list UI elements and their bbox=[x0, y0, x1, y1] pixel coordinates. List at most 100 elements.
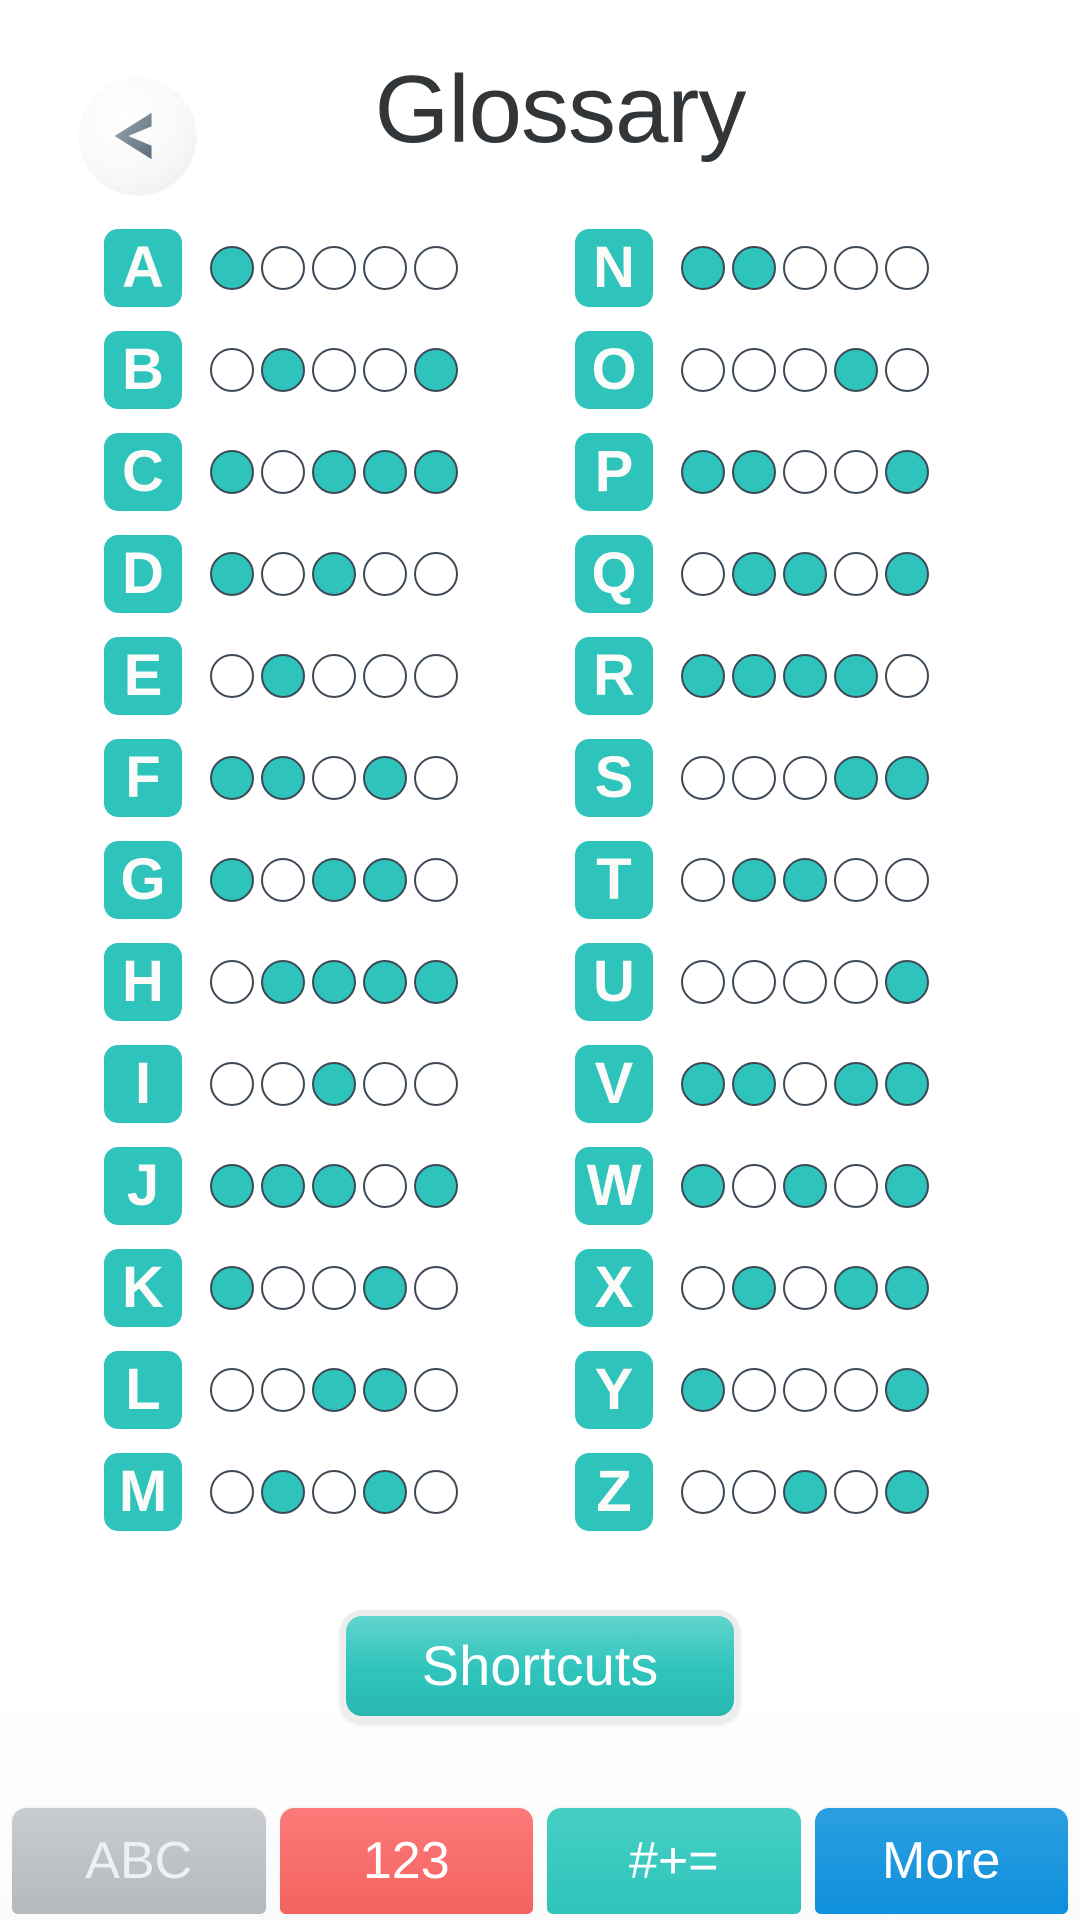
letter-tile-h[interactable]: H bbox=[104, 943, 182, 1021]
letter-tile-l[interactable]: L bbox=[104, 1351, 182, 1429]
glossary-row-i[interactable]: I bbox=[104, 1042, 465, 1126]
progress-dot-filled bbox=[312, 1062, 356, 1106]
letter-tile-j[interactable]: J bbox=[104, 1147, 182, 1225]
glossary-row-w[interactable]: W bbox=[575, 1144, 936, 1228]
progress-dot-filled bbox=[885, 1470, 929, 1514]
letter-tile-w[interactable]: W bbox=[575, 1147, 653, 1225]
letter-tile-d[interactable]: D bbox=[104, 535, 182, 613]
progress-dot-filled bbox=[363, 450, 407, 494]
keyboard-mode-123-button[interactable]: 123 bbox=[279, 1808, 533, 1914]
letter-tile-k[interactable]: K bbox=[104, 1249, 182, 1327]
progress-dot-filled bbox=[363, 756, 407, 800]
progress-dot-filled bbox=[210, 450, 254, 494]
progress-dot-empty bbox=[210, 1062, 254, 1106]
progress-dot-empty bbox=[414, 756, 458, 800]
keyboard-mode-abc-button[interactable]: ABC bbox=[12, 1808, 266, 1914]
progress-dot-empty bbox=[363, 1164, 407, 1208]
progress-dot-empty bbox=[681, 756, 725, 800]
progress-dot-filled bbox=[885, 1368, 929, 1412]
progress-dot-filled bbox=[885, 450, 929, 494]
progress-dot-filled bbox=[885, 756, 929, 800]
progress-dot-empty bbox=[783, 246, 827, 290]
glossary-row-f[interactable]: F bbox=[104, 736, 465, 820]
glossary-row-g[interactable]: G bbox=[104, 838, 465, 922]
letter-tile-n[interactable]: N bbox=[575, 229, 653, 307]
progress-dot-empty bbox=[312, 348, 356, 392]
glossary-row-p[interactable]: P bbox=[575, 430, 936, 514]
letter-tile-v[interactable]: V bbox=[575, 1045, 653, 1123]
letter-tile-f[interactable]: F bbox=[104, 739, 182, 817]
glossary-row-j[interactable]: J bbox=[104, 1144, 465, 1228]
letter-tile-s[interactable]: S bbox=[575, 739, 653, 817]
progress-dot-empty bbox=[834, 246, 878, 290]
glossary-row-u[interactable]: U bbox=[575, 940, 936, 1024]
letter-tile-q[interactable]: Q bbox=[575, 535, 653, 613]
progress-dot-filled bbox=[783, 654, 827, 698]
progress-dot-empty bbox=[783, 450, 827, 494]
glossary-row-y[interactable]: Y bbox=[575, 1348, 936, 1432]
letter-tile-e[interactable]: E bbox=[104, 637, 182, 715]
progress-dot-empty bbox=[261, 1368, 305, 1412]
letter-tile-x[interactable]: X bbox=[575, 1249, 653, 1327]
glossary-row-a[interactable]: A bbox=[104, 226, 465, 310]
progress-dot-filled bbox=[210, 552, 254, 596]
progress-dot-empty bbox=[414, 1368, 458, 1412]
letter-tile-r[interactable]: R bbox=[575, 637, 653, 715]
letter-tile-o[interactable]: O bbox=[575, 331, 653, 409]
glossary-row-t[interactable]: T bbox=[575, 838, 936, 922]
progress-dot-empty bbox=[834, 1164, 878, 1208]
progress-dots-b bbox=[210, 348, 465, 392]
progress-dots-y bbox=[681, 1368, 936, 1412]
progress-dot-filled bbox=[681, 246, 725, 290]
progress-dot-empty bbox=[732, 1470, 776, 1514]
progress-dot-empty bbox=[363, 654, 407, 698]
glossary-row-l[interactable]: L bbox=[104, 1348, 465, 1432]
progress-dot-filled bbox=[783, 858, 827, 902]
glossary-row-x[interactable]: X bbox=[575, 1246, 936, 1330]
glossary-row-h[interactable]: H bbox=[104, 940, 465, 1024]
letter-tile-m[interactable]: M bbox=[104, 1453, 182, 1531]
letter-tile-y[interactable]: Y bbox=[575, 1351, 653, 1429]
progress-dot-empty bbox=[783, 348, 827, 392]
progress-dot-filled bbox=[210, 858, 254, 902]
letter-tile-c[interactable]: C bbox=[104, 433, 182, 511]
letter-tile-u[interactable]: U bbox=[575, 943, 653, 1021]
glossary-row-n[interactable]: N bbox=[575, 226, 936, 310]
keyboard-mode-more-button[interactable]: More bbox=[814, 1808, 1068, 1914]
progress-dot-filled bbox=[732, 858, 776, 902]
glossary-row-e[interactable]: E bbox=[104, 634, 465, 718]
progress-dot-empty bbox=[783, 1062, 827, 1106]
glossary-row-m[interactable]: M bbox=[104, 1450, 465, 1534]
glossary-row-b[interactable]: B bbox=[104, 328, 465, 412]
progress-dot-empty bbox=[681, 552, 725, 596]
glossary-row-o[interactable]: O bbox=[575, 328, 936, 412]
progress-dot-filled bbox=[732, 1266, 776, 1310]
progress-dots-t bbox=[681, 858, 936, 902]
letter-tile-z[interactable]: Z bbox=[575, 1453, 653, 1531]
letter-tile-t[interactable]: T bbox=[575, 841, 653, 919]
progress-dot-empty bbox=[312, 246, 356, 290]
glossary-row-v[interactable]: V bbox=[575, 1042, 936, 1126]
letter-tile-p[interactable]: P bbox=[575, 433, 653, 511]
progress-dot-empty bbox=[783, 1368, 827, 1412]
progress-dot-filled bbox=[834, 756, 878, 800]
glossary-row-z[interactable]: Z bbox=[575, 1450, 936, 1534]
progress-dot-filled bbox=[885, 960, 929, 1004]
letter-tile-g[interactable]: G bbox=[104, 841, 182, 919]
keyboard-mode-symbols-button[interactable]: #+= bbox=[547, 1808, 801, 1914]
glossary-row-c[interactable]: C bbox=[104, 430, 465, 514]
glossary-row-d[interactable]: D bbox=[104, 532, 465, 616]
glossary-row-k[interactable]: K bbox=[104, 1246, 465, 1330]
glossary-row-q[interactable]: Q bbox=[575, 532, 936, 616]
progress-dot-empty bbox=[261, 858, 305, 902]
shortcuts-button[interactable]: Shortcuts bbox=[340, 1610, 740, 1722]
glossary-row-r[interactable]: R bbox=[575, 634, 936, 718]
letter-tile-a[interactable]: A bbox=[104, 229, 182, 307]
progress-dot-filled bbox=[312, 1164, 356, 1208]
progress-dot-filled bbox=[834, 1266, 878, 1310]
letter-tile-i[interactable]: I bbox=[104, 1045, 182, 1123]
letter-tile-b[interactable]: B bbox=[104, 331, 182, 409]
glossary-row-s[interactable]: S bbox=[575, 736, 936, 820]
progress-dot-filled bbox=[363, 858, 407, 902]
progress-dot-empty bbox=[885, 348, 929, 392]
